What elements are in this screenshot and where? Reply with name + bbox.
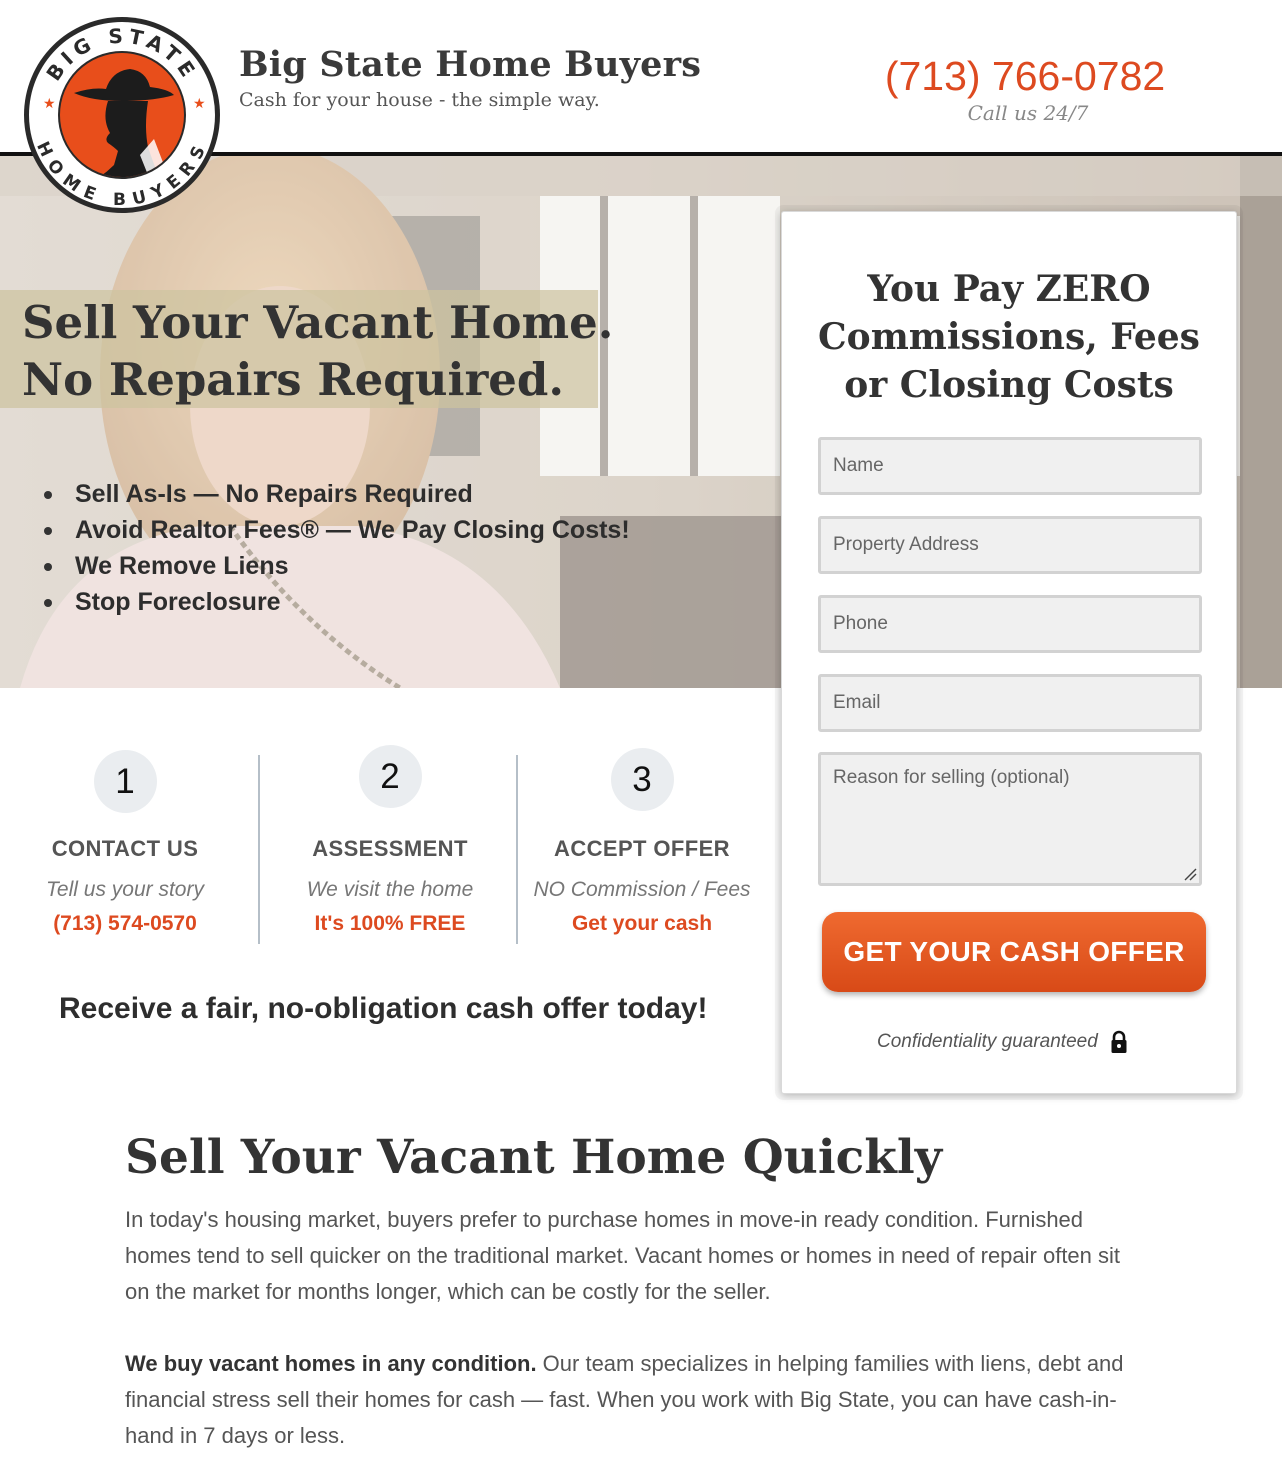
lock-icon bbox=[1111, 1030, 1127, 1053]
brand-name[interactable]: Big State Home Buyers bbox=[239, 44, 701, 85]
offer-tagline: Receive a fair, no-obligation cash offer… bbox=[59, 992, 708, 1025]
reason-textarea[interactable] bbox=[818, 752, 1202, 886]
step-assessment: 2 ASSESSMENT We visit the home It's 100%… bbox=[261, 745, 519, 936]
get-cash-offer-button[interactable]: GET YOUR CASH OFFER bbox=[822, 912, 1206, 992]
content-paragraph: In today's housing market, buyers prefer… bbox=[125, 1207, 1121, 1304]
hero-title: Sell Your Vacant Home. No Repairs Requir… bbox=[22, 294, 613, 408]
hero-title-line-1: Sell Your Vacant Home. bbox=[22, 296, 614, 349]
benefit-item: Sell As-Is — No Repairs Required bbox=[40, 476, 630, 512]
call-availability-note: Call us 24/7 bbox=[967, 101, 1089, 125]
name-input[interactable] bbox=[818, 437, 1202, 495]
form-title: You Pay ZERO Commissions, Fees or Closin… bbox=[818, 268, 1200, 406]
content-paragraph-lead: We buy vacant homes in any condition. bbox=[125, 1351, 537, 1376]
step-free-note: It's 100% FREE bbox=[314, 912, 466, 935]
step-number-badge: 1 bbox=[93, 750, 157, 813]
resize-handle-icon[interactable] bbox=[1183, 867, 1197, 881]
hero-benefits-list: Sell As-Is — No Repairs Required Avoid R… bbox=[40, 476, 630, 620]
svg-text:★: ★ bbox=[43, 96, 56, 112]
property-address-input[interactable] bbox=[818, 516, 1202, 574]
cowboy-logo-icon[interactable]: BIG STATE HOME BUYERS ★ ★ bbox=[22, 15, 222, 215]
step-title: ACCEPT OFFER bbox=[554, 836, 730, 861]
hero-title-line-2: No Repairs Required. bbox=[22, 353, 565, 406]
step-accept-offer: 3 ACCEPT OFFER NO Commission / Fees Get … bbox=[513, 745, 771, 936]
confidentiality-note: Confidentiality guaranteed bbox=[877, 1031, 1098, 1052]
step-number-badge: 3 bbox=[610, 748, 674, 811]
benefit-item: Stop Foreclosure bbox=[40, 584, 630, 620]
benefit-item: We Remove Liens bbox=[40, 548, 630, 584]
step-cash-note: Get your cash bbox=[571, 912, 713, 935]
content-paragraph: We buy vacant homes in any condition. Ou… bbox=[125, 1346, 1135, 1454]
step-contact-us: 1 CONTACT US Tell us your story (713) 57… bbox=[0, 745, 254, 936]
step-description: Tell us your story bbox=[46, 878, 204, 901]
step-description: We visit the home bbox=[306, 878, 474, 901]
phone-input[interactable] bbox=[818, 595, 1202, 653]
step-number-badge: 2 bbox=[358, 745, 422, 808]
step-phone-link[interactable]: (713) 574-0570 bbox=[0, 912, 254, 936]
email-input[interactable] bbox=[818, 674, 1202, 732]
header-phone-link[interactable]: (713) 766-0782 bbox=[860, 53, 1190, 100]
benefit-item: Avoid Realtor Fees® — We Pay Closing Cos… bbox=[40, 512, 630, 548]
brand-tagline: Cash for your house - the simple way. bbox=[239, 89, 600, 111]
svg-text:★: ★ bbox=[193, 96, 206, 112]
step-description: NO Commission / Fees bbox=[533, 878, 751, 901]
step-title: CONTACT US bbox=[51, 836, 199, 861]
step-title: ASSESSMENT bbox=[312, 836, 468, 861]
content-heading: Sell Your Vacant Home Quickly bbox=[125, 1130, 943, 1185]
step-divider bbox=[258, 755, 260, 944]
